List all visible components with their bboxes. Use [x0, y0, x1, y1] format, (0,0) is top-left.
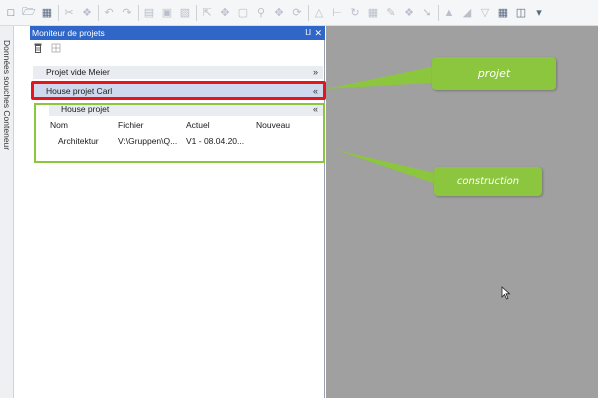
construction-callout: construction — [434, 167, 542, 196]
projet-callout-pointer — [326, 64, 445, 89]
projet-callout-label: projet — [477, 67, 511, 80]
mouse-cursor-icon — [501, 286, 511, 300]
construction-callout-label: construction — [456, 176, 520, 187]
construction-callout-pointer — [336, 150, 448, 188]
projet-callout: projet — [432, 57, 556, 90]
